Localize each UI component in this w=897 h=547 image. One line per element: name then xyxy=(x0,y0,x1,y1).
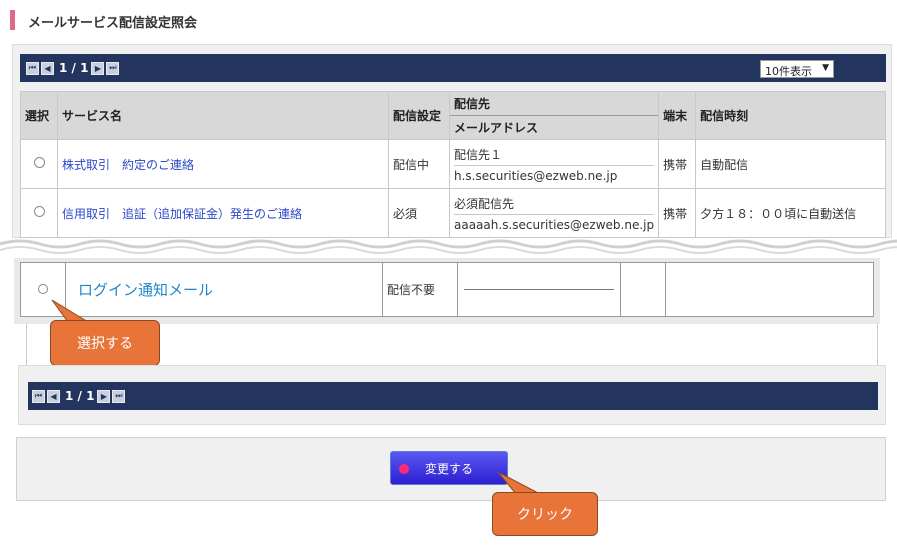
callout-select: 選択する xyxy=(50,320,160,366)
page-info: 1 / 1 xyxy=(65,389,95,403)
dest-cell: 必須配信先 aaaaah.s.securities@ezweb.ne.jp xyxy=(448,188,660,238)
service-list-panel: ⏮ ◀ 1 / 1 ▶ ⏭ 10件表示 ▼ 選択 サービス名 配信設定 配信先 … xyxy=(12,44,892,238)
pager-panel-bottom: ⏮ ◀ 1 / 1 ▶ ⏭ xyxy=(18,365,886,425)
time-cell: 自動配信 xyxy=(695,139,886,189)
per-page-select[interactable]: 10件表示 ▼ xyxy=(760,60,834,78)
change-button-label: 変更する xyxy=(424,461,473,476)
first-page-icon[interactable]: ⏮ xyxy=(26,61,39,75)
title-accent-bar xyxy=(10,10,15,30)
dest-name: 必須配信先 xyxy=(454,192,655,215)
chevron-down-icon: ▼ xyxy=(822,63,829,73)
circle-bullet-icon xyxy=(399,464,409,474)
dest-cell xyxy=(457,262,621,317)
zoom-table: ログイン通知メール 配信不要 xyxy=(20,262,874,317)
last-page-icon[interactable]: ⏭ xyxy=(112,389,126,403)
last-page-icon[interactable]: ⏭ xyxy=(106,61,120,75)
row-select-cell[interactable] xyxy=(20,139,58,189)
callout-click: クリック xyxy=(492,492,598,536)
service-link[interactable]: ログイン通知メール xyxy=(65,262,383,317)
device-cell xyxy=(620,262,666,317)
col-device: 端末 xyxy=(658,91,697,140)
pager-bar-bottom: ⏮ ◀ 1 / 1 ▶ ⏭ xyxy=(28,382,878,410)
table-row: 株式取引 約定のご連絡 配信中 配信先１ h.s.securities@ezwe… xyxy=(20,139,886,189)
per-page-value: 10件表示 xyxy=(765,65,812,78)
prev-page-icon[interactable]: ◀ xyxy=(47,389,60,403)
dest-cell: 配信先１ h.s.securities@ezweb.ne.jp xyxy=(448,139,660,189)
time-cell: 夕方１８：００頃に自動送信 xyxy=(695,188,886,238)
change-button[interactable]: 変更する xyxy=(390,451,508,485)
mail-address: h.s.securities@ezweb.ne.jp xyxy=(454,169,618,183)
wavy-break-divider xyxy=(0,239,897,254)
service-link[interactable]: 信用取引 追証（追加保証金）発生のご連絡 xyxy=(57,188,389,238)
setting-cell: 必須 xyxy=(388,188,450,238)
pager-bar-top: ⏮ ◀ 1 / 1 ▶ ⏭ 10件表示 ▼ xyxy=(20,54,886,82)
dest-name: 配信先１ xyxy=(454,143,655,166)
select-radio[interactable] xyxy=(38,283,48,294)
next-page-icon[interactable]: ▶ xyxy=(91,61,105,75)
device-cell: 携帯 xyxy=(658,139,697,189)
mail-address: aaaaah.s.securities@ezweb.ne.jp xyxy=(454,218,655,232)
col-service: サービス名 xyxy=(57,91,389,140)
page-info: 1 / 1 xyxy=(59,61,89,75)
col-setting: 配信設定 xyxy=(388,91,450,140)
setting-cell: 配信不要 xyxy=(382,262,458,317)
col-select: 選択 xyxy=(20,91,58,140)
select-radio[interactable] xyxy=(33,157,45,168)
col-time: 配信時刻 xyxy=(695,91,886,140)
prev-page-icon[interactable]: ◀ xyxy=(41,61,54,75)
setting-cell: 配信中 xyxy=(388,139,450,189)
select-radio[interactable] xyxy=(33,206,45,217)
device-cell: 携帯 xyxy=(658,188,697,238)
empty-dest-line xyxy=(464,289,614,290)
service-link[interactable]: 株式取引 約定のご連絡 xyxy=(57,139,389,189)
col-dest: 配信先 メールアドレス xyxy=(448,91,660,140)
next-page-icon[interactable]: ▶ xyxy=(97,389,111,403)
col-dest-label: 配信先 xyxy=(450,93,659,116)
service-table: 選択 サービス名 配信設定 配信先 メールアドレス 端末 配信時刻 株式取引 約… xyxy=(20,91,886,238)
table-row: ログイン通知メール 配信不要 xyxy=(20,262,874,317)
time-cell xyxy=(665,262,874,317)
page-title: メールサービス配信設定照会 xyxy=(28,16,198,31)
col-mail-label: メールアドレス xyxy=(454,121,539,135)
table-row: 信用取引 追証（追加保証金）発生のご連絡 必須 必須配信先 aaaaah.s.s… xyxy=(20,188,886,238)
row-select-cell[interactable] xyxy=(20,188,58,238)
first-page-icon[interactable]: ⏮ xyxy=(32,389,45,403)
